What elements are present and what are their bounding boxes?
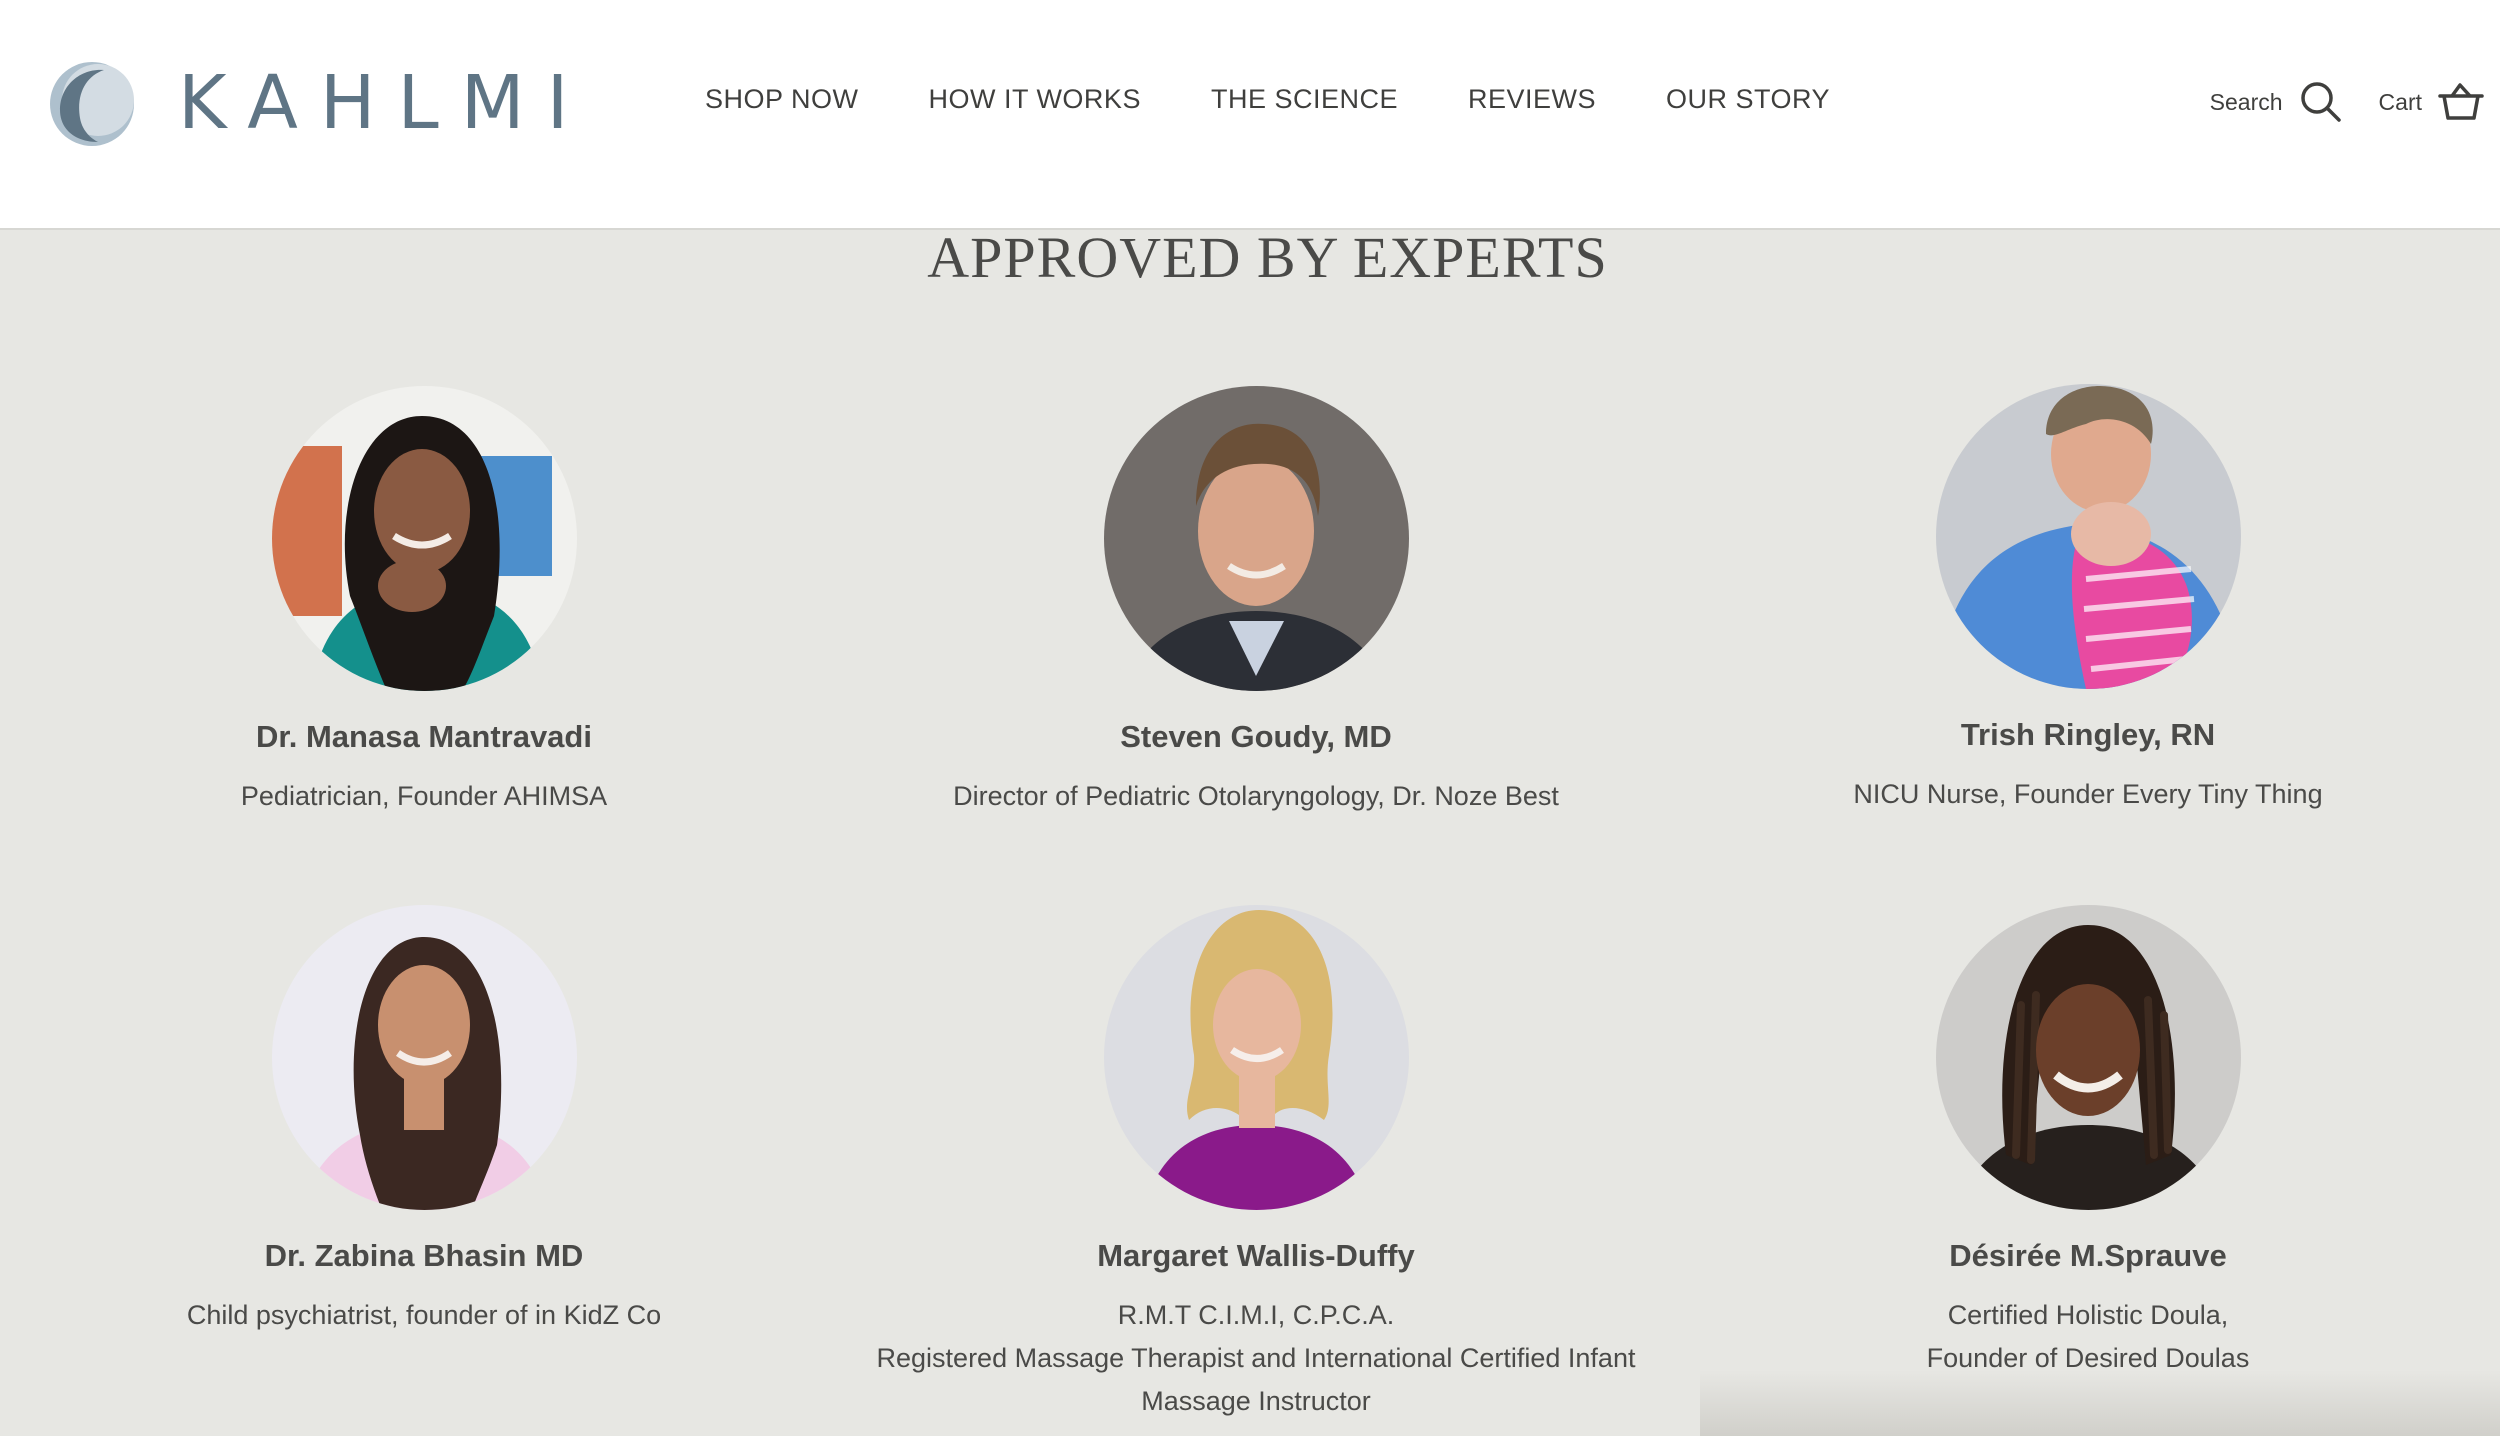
expert-photo (1935, 905, 2241, 1210)
expert-role-line: Pediatrician, Founder AHIMSA (240, 781, 608, 811)
expert-role-line: Child psychiatrist, founder of in KidZ C… (186, 1300, 662, 1330)
expert-card: Désirée M.Sprauve Certified Holistic Dou… (1688, 905, 2488, 1380)
cart-button[interactable]: Cart (2379, 82, 2484, 122)
expert-name: Steven Goudy, MD (1120, 719, 1392, 754)
expert-card: Dr. Zabina Bhasin MD Child psychiatrist,… (24, 905, 824, 1337)
cart-label: Cart (2378, 88, 2422, 115)
expert-card: Steven Goudy, MD Director of Pediatric O… (856, 386, 1656, 818)
main-nav: SHOP NOW HOW IT WORKS THE SCIENCE REVIEW… (0, 84, 2500, 115)
expert-role: R.M.T C.I.M.I, C.P.C.A. Registered Massa… (856, 1294, 1656, 1423)
expert-name: Dr. Zabina Bhasin MD (264, 1238, 584, 1273)
expert-role: Pediatrician, Founder AHIMSA (24, 775, 824, 818)
expert-photo (271, 905, 577, 1210)
expert-role: NICU Nurse, Founder Every Tiny Thing (1688, 773, 2488, 816)
section-title: APPROVED BY EXPERTS (927, 225, 1608, 290)
nav-our-story[interactable]: OUR STORY (1666, 84, 1830, 115)
expert-card: Trish Ringley, RN NICU Nurse, Founder Ev… (1688, 384, 2488, 816)
expert-role: Child psychiatrist, founder of in KidZ C… (24, 1294, 824, 1337)
search-icon (2300, 82, 2341, 122)
expert-role-line: Certified Holistic Doula, (1947, 1300, 2229, 1330)
expert-photo (1103, 386, 1409, 691)
expert-role-line: NICU Nurse, Founder Every Tiny Thing (1853, 779, 2323, 809)
expert-photo (1935, 384, 2241, 689)
search-button[interactable]: Search (2210, 80, 2343, 124)
site-header: KAHLMI SHOP NOW HOW IT WORKS THE SCIENCE… (0, 0, 2500, 230)
expert-card: Margaret Wallis-Duffy R.M.T C.I.M.I, C.P… (856, 905, 1656, 1423)
nav-how-it-works[interactable]: HOW IT WORKS (928, 84, 1141, 115)
expert-name: Désirée M.Sprauve (1949, 1238, 2227, 1273)
nav-reviews[interactable]: REVIEWS (1468, 84, 1596, 115)
expert-role: Director of Pediatric Otolaryngology, Dr… (856, 775, 1656, 818)
basket-icon (2438, 83, 2484, 120)
expert-name: Margaret Wallis-Duffy (1097, 1238, 1415, 1273)
header-tools: Search Cart (2210, 80, 2484, 124)
expert-role: Certified Holistic Doula, Founder of Des… (1688, 1294, 2488, 1380)
nav-the-science[interactable]: THE SCIENCE (1211, 84, 1398, 115)
expert-photo (271, 386, 577, 691)
search-label: Search (2209, 88, 2283, 115)
expert-name: Dr. Manasa Mantravadi (256, 719, 592, 754)
expert-role-line: R.M.T C.I.M.I, C.P.C.A. (1117, 1300, 1395, 1330)
expert-card: Dr. Manasa Mantravadi Pediatrician, Foun… (24, 386, 824, 818)
expert-role-line: Massage Instructor (1141, 1386, 1371, 1416)
expert-name: Trish Ringley, RN (1960, 717, 2216, 752)
background-texture (1700, 1370, 2500, 1436)
nav-shop-now[interactable]: SHOP NOW (705, 84, 859, 115)
expert-role-line: Director of Pediatric Otolaryngology, Dr… (953, 781, 1559, 811)
expert-photo (1103, 905, 1409, 1210)
expert-role-line: Registered Massage Therapist and Interna… (876, 1343, 1636, 1373)
